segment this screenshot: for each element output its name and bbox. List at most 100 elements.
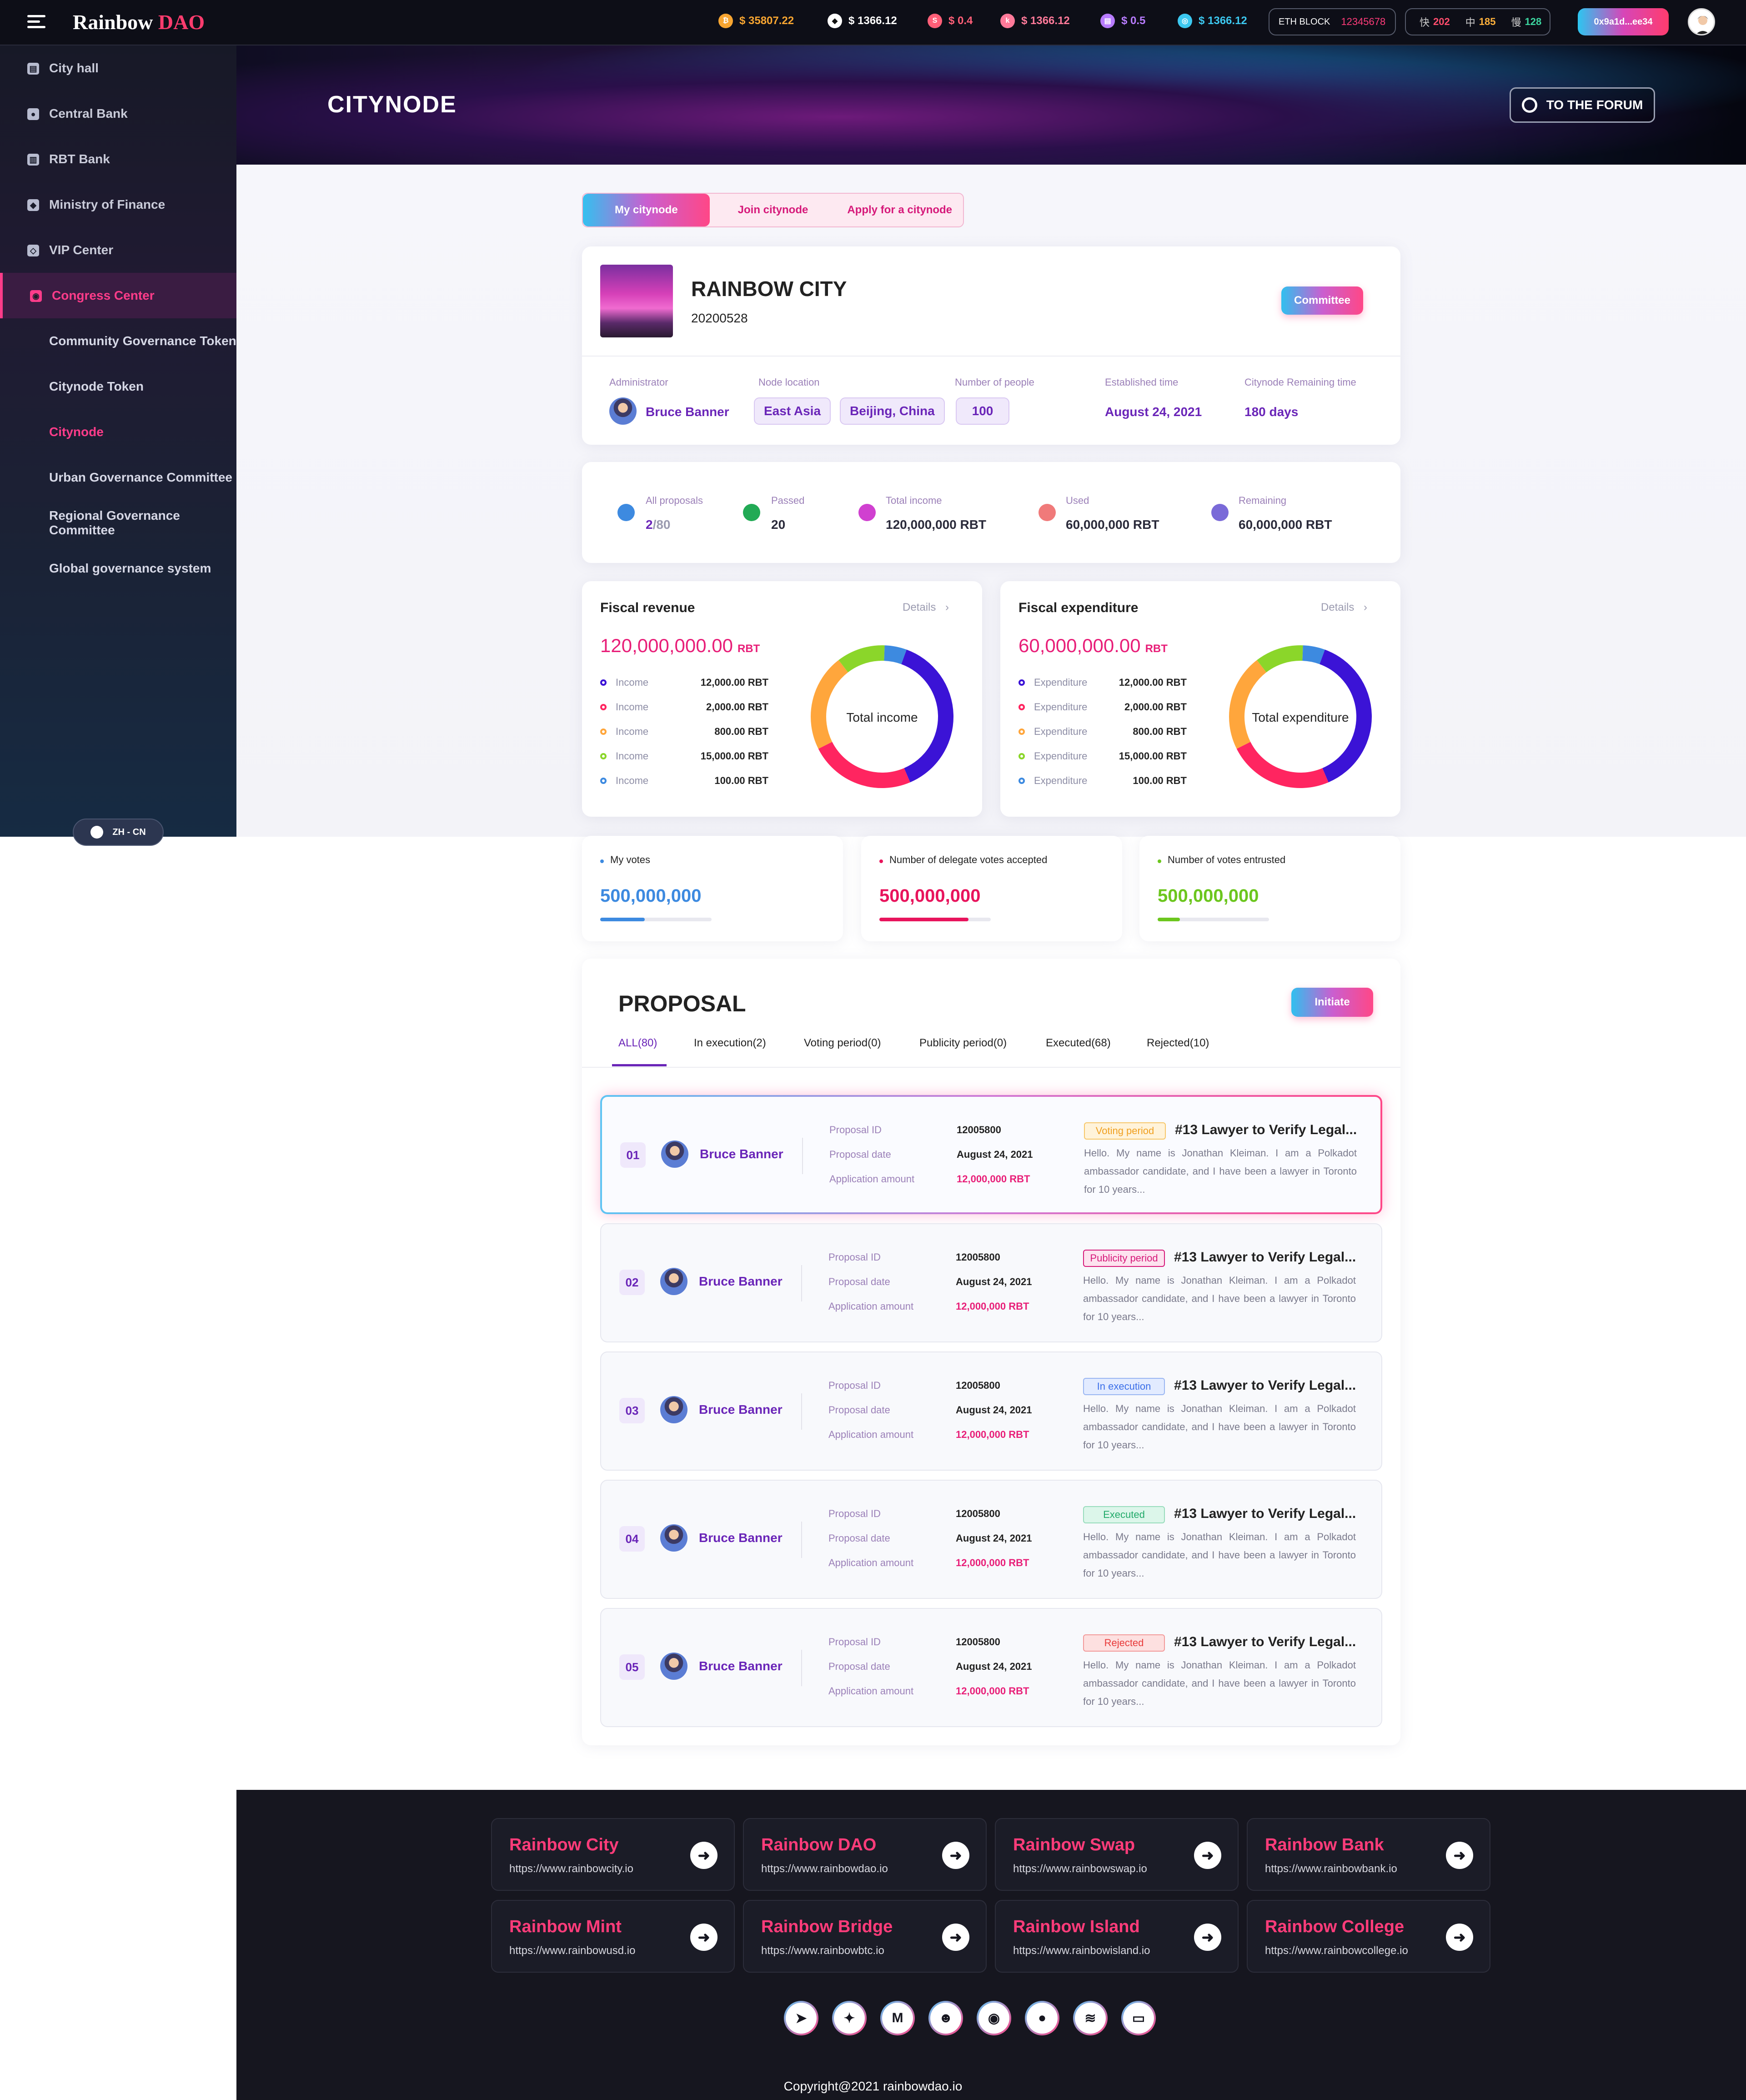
vote-label: My votes	[610, 854, 651, 865]
discord-icon[interactable]: ◉	[977, 2001, 1011, 2035]
donut-slice	[1257, 645, 1303, 673]
proposal-tab[interactable]: Voting period(0)	[804, 1037, 881, 1050]
vote-progress-fill	[1158, 918, 1180, 921]
sidebar-subitem-citynode-token[interactable]: Citynode Token	[0, 364, 236, 409]
proposal-number: 01	[620, 1142, 646, 1168]
sidebar-item-congress-center[interactable]: ◉ Congress Center	[0, 273, 236, 318]
medium-icon[interactable]: M	[880, 2001, 915, 2035]
language-switch[interactable]: ZH - CN	[73, 819, 164, 846]
sidebar-item-rbt-bank[interactable]: ▥ RBT Bank	[0, 136, 236, 182]
proposal-row[interactable]: 03 Bruce Banner Proposal ID Proposal date Ap…	[600, 1351, 1382, 1471]
logo[interactable]: Rainbow DAO	[73, 10, 205, 34]
menu-icon[interactable]	[27, 15, 45, 29]
passed-value: 20	[771, 517, 786, 532]
eth-block-label: ETH BLOCK	[1279, 16, 1330, 27]
price-value: $ 35807.22	[739, 15, 794, 27]
page-title: CITYNODE	[327, 91, 457, 118]
proposal-tab[interactable]: ALL(80)	[618, 1037, 657, 1050]
footer-link-title: Rainbow Bridge	[761, 1917, 893, 1936]
gas-speed-value: 202	[1433, 16, 1450, 27]
proposal-row[interactable]: 01 Bruce Banner Proposal ID Proposal date Ap…	[600, 1095, 1382, 1214]
footer-link-rainbow-mint[interactable]: Rainbow Mint https://www.rainbowusd.io ➜	[491, 1900, 735, 1973]
footer-link-rainbow-bridge[interactable]: Rainbow Bridge https://www.rainbowbtc.io ➜	[743, 1900, 987, 1973]
sidebar-item-ministry-of-finance[interactable]: ◆ Ministry of Finance	[0, 182, 236, 227]
proposal-id: 12005800	[956, 1251, 1000, 1263]
github-icon[interactable]: ●	[1025, 2001, 1059, 2035]
telegram-icon[interactable]: ➤	[784, 2001, 818, 2035]
legend-label: Income	[616, 677, 649, 688]
price-value: $ 1366.12	[1199, 15, 1247, 27]
footer-link-rainbow-city[interactable]: Rainbow City https://www.rainbowcity.io ➜	[491, 1818, 735, 1891]
chart-icon: ▤	[27, 63, 39, 75]
divider	[801, 1650, 802, 1686]
application-amount-label: Application amount	[828, 1429, 914, 1440]
expenditure-details-link[interactable]: Details ›	[1321, 601, 1367, 614]
arrow-right-icon[interactable]: ➜	[942, 1842, 969, 1869]
expenditure-amount: 60,000,000.00	[1018, 635, 1141, 656]
proposal-title: #13 Lawyer to Verify Legal...	[1175, 1122, 1357, 1137]
sidebar-item-central-bank[interactable]: ● Central Bank	[0, 91, 236, 136]
initiate-button[interactable]: Initiate	[1291, 988, 1373, 1017]
proposer-name: Bruce Banner	[699, 1531, 783, 1545]
application-amount: 12,000,000 RBT	[956, 1557, 1029, 1568]
proposal-tab[interactable]: Publicity period(0)	[919, 1037, 1007, 1050]
proposal-row[interactable]: 05 Bruce Banner Proposal ID Proposal date Ap…	[600, 1608, 1382, 1727]
proposal-tab[interactable]: In execution(2)	[694, 1037, 766, 1050]
price-ticker[interactable]: k $ 1366.12	[1000, 14, 1070, 28]
footer-link-url: https://www.rainbowisland.io	[1013, 1944, 1150, 1957]
footer-link-rainbow-swap[interactable]: Rainbow Swap https://www.rainbowswap.io ➜	[995, 1818, 1239, 1891]
footer	[236, 1790, 1746, 2100]
revenue-details-link[interactable]: Details ›	[903, 601, 949, 614]
arrow-right-icon[interactable]: ➜	[942, 1924, 969, 1951]
details-label: Details	[1321, 601, 1355, 613]
chevron-right-icon: ›	[945, 601, 949, 613]
price-ticker[interactable]: S $ 0.4	[928, 14, 973, 28]
forum-icon[interactable]: ▭	[1121, 2001, 1156, 2035]
proposal-tab[interactable]: Rejected(10)	[1147, 1037, 1209, 1050]
income-icon	[858, 504, 876, 521]
sidebar-item-label: City hall	[49, 61, 99, 75]
divider	[801, 1522, 802, 1558]
tab-my-citynode[interactable]: My citynode	[583, 194, 710, 226]
arrow-right-icon[interactable]: ➜	[690, 1924, 717, 1951]
arrow-right-icon[interactable]: ➜	[1194, 1842, 1221, 1869]
price-ticker[interactable]: ▤ $ 0.5	[1100, 14, 1145, 28]
price-ticker[interactable]: ₿ $ 35807.22	[718, 14, 794, 28]
footer-link-rainbow-island[interactable]: Rainbow Island https://www.rainbowisland.…	[995, 1900, 1239, 1973]
sidebar-subitem-citynode[interactable]: Citynode	[0, 409, 236, 455]
arrow-right-icon[interactable]: ➜	[1194, 1924, 1221, 1951]
sidebar-subitem-global-governance-system[interactable]: Global governance system	[0, 546, 236, 591]
proposal-tab[interactable]: Executed(68)	[1046, 1037, 1111, 1050]
footer-link-rainbow-bank[interactable]: Rainbow Bank https://www.rainbowbank.io ➜	[1247, 1818, 1490, 1891]
committee-button[interactable]: Committee	[1281, 286, 1363, 315]
bank-icon: ▥	[27, 154, 39, 166]
proposal-title: PROPOSAL	[618, 991, 746, 1016]
expenditure-amount-row: 60,000,000.00 RBT	[1018, 635, 1168, 657]
price-ticker[interactable]: ◆ $ 1366.12	[828, 14, 897, 28]
gitbook-icon[interactable]: ≋	[1073, 2001, 1108, 2035]
vote-value: 500,000,000	[879, 886, 981, 906]
sidebar-item-vip-center[interactable]: ◇ VIP Center	[0, 227, 236, 273]
footer-link-rainbow-dao[interactable]: Rainbow DAO https://www.rainbowdao.io ➜	[743, 1818, 987, 1891]
user-avatar[interactable]	[1688, 8, 1715, 35]
footer-link-rainbow-college[interactable]: Rainbow College https://www.rainbowcolleg…	[1247, 1900, 1490, 1973]
sidebar-item-city-hall[interactable]: ▤ City hall	[0, 45, 236, 91]
proposal-row[interactable]: 04 Bruce Banner Proposal ID Proposal date Ap…	[600, 1480, 1382, 1599]
arrow-right-icon[interactable]: ➜	[690, 1842, 717, 1869]
sidebar-subitem-urban-governance-committee[interactable]: Urban Governance Committee	[0, 455, 236, 500]
tab-apply-citynode[interactable]: Apply for a citynode	[836, 194, 963, 226]
arrow-right-icon[interactable]: ➜	[1446, 1924, 1473, 1951]
sidebar-subitem-regional-governance-committee[interactable]: Regional Governance Committee	[0, 500, 236, 546]
price-ticker[interactable]: ◎ $ 1366.12	[1178, 14, 1247, 28]
sidebar-subitem-community-governance-token[interactable]: Community Governance Token	[0, 318, 236, 364]
proposal-row[interactable]: 02 Bruce Banner Proposal ID Proposal date Ap…	[600, 1223, 1382, 1342]
proposal-description: Hello. My name is Jonathan Kleiman. I am…	[1083, 1275, 1356, 1322]
arrow-right-icon[interactable]: ➜	[1446, 1842, 1473, 1869]
reddit-icon[interactable]: ☻	[928, 2001, 963, 2035]
expenditure-donut-center: Total expenditure	[1252, 710, 1349, 724]
wallet-button[interactable]: 0x9a1d...ee34	[1578, 8, 1669, 35]
tab-join-citynode[interactable]: Join citynode	[710, 194, 837, 226]
forum-button[interactable]: TO THE FORUM	[1510, 87, 1655, 123]
proposer-name: Bruce Banner	[700, 1147, 783, 1161]
twitter-icon[interactable]: ✦	[832, 2001, 867, 2035]
